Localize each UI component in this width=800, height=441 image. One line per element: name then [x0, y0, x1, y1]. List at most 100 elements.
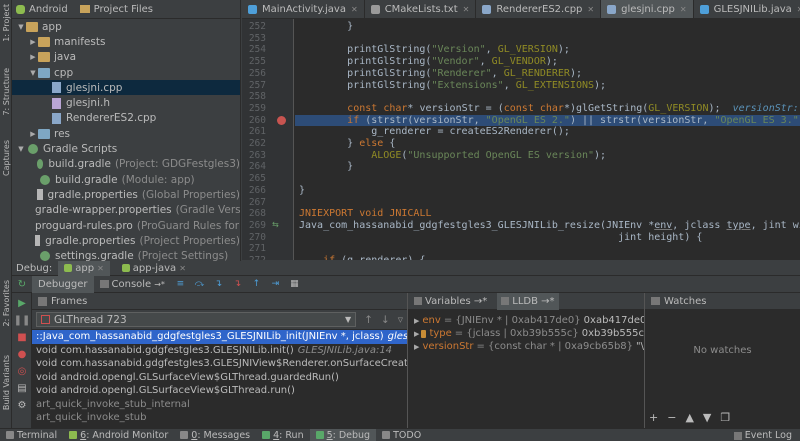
tab-project[interactable]: 1: Project: [1, 4, 12, 42]
expand-arrow-icon[interactable]: ▶: [414, 317, 419, 325]
tree-item[interactable]: build.gradle (Module: app): [12, 172, 240, 187]
lldb-tab[interactable]: LLDB →*: [497, 293, 559, 310]
resume-icon[interactable]: ▶: [15, 296, 29, 310]
arrow-up-icon[interactable]: ↑: [364, 314, 373, 326]
stack-frame[interactable]: void android.opengl.GLSurfaceView$GLThre…: [32, 371, 407, 385]
step-into-icon[interactable]: ↴: [211, 278, 226, 291]
tree-item[interactable]: glesjni.cpp: [12, 80, 240, 96]
move-down-icon[interactable]: ▼: [703, 411, 711, 424]
tree-item[interactable]: proguard-rules.pro(ProGuard Rules for ap…: [12, 218, 240, 233]
code-editor[interactable]: 252 253 254 255 256 257 258 259 260 261 262 263 264 2…: [242, 19, 800, 260]
debug-session-tab-app-java[interactable]: app-java ✕: [116, 261, 192, 276]
editor-tab[interactable]: CMakeLists.txt ✕: [365, 0, 477, 18]
tree-item[interactable]: ▶ res: [12, 126, 240, 141]
filter-icon[interactable]: ▿: [398, 314, 403, 326]
tool-window-terminal[interactable]: Terminal: [0, 429, 63, 441]
tool-window-debug[interactable]: 5: Debug: [309, 428, 377, 441]
stack-frame[interactable]: ::Java_com_hassanabid_gdgfestgles3_GLESJ…: [32, 330, 407, 344]
move-up-icon[interactable]: ▲: [685, 411, 693, 424]
tab-build-variants[interactable]: Build Variants: [1, 355, 12, 410]
chevron-down-icon: ▼: [344, 315, 352, 324]
evaluate-expression-icon[interactable]: ▦: [287, 278, 302, 291]
tree-item[interactable]: build.gradle (Project: GDGFestgles3): [12, 157, 240, 172]
variable-row[interactable]: ▶ type = {jclass | 0xb39b555c} 0xb39b555c: [408, 327, 644, 340]
stack-frame[interactable]: void com.hassanabid.gdgfestgles3.GLESJNI…: [32, 357, 407, 371]
stop-icon[interactable]: ■: [15, 330, 29, 344]
expand-arrow-icon[interactable]: ▼: [28, 69, 38, 77]
editor-tab[interactable]: MainActivity.java ✕: [242, 0, 365, 18]
close-icon[interactable]: ✕: [680, 5, 687, 14]
tool-window-android-monitor[interactable]: 6: Android Monitor: [63, 429, 174, 441]
tree-item[interactable]: ▼ Gradle Scripts: [12, 141, 240, 156]
close-icon[interactable]: ✕: [97, 264, 104, 273]
pause-icon[interactable]: ❚❚: [14, 313, 31, 327]
tree-item-label: gradle.properties: [47, 188, 138, 201]
variable-row[interactable]: ▶ versionStr = {const char * | 0xa9cb65b8…: [408, 340, 644, 353]
variables-tab[interactable]: Variables →*: [414, 296, 487, 307]
tree-item[interactable]: ▶ java: [12, 50, 240, 65]
expand-arrow-icon[interactable]: ▼: [16, 145, 26, 153]
expand-arrow-icon[interactable]: ▶: [28, 53, 38, 61]
debug-session-tab-app[interactable]: app ✕: [58, 260, 110, 276]
step-over-icon[interactable]: ⤼: [192, 278, 207, 291]
tab-debugger[interactable]: Debugger: [32, 275, 94, 293]
mute-breakpoints-icon[interactable]: ◎: [15, 364, 29, 378]
run-to-cursor-icon[interactable]: ⇥: [268, 278, 283, 291]
editor-tab[interactable]: RendererES2.cpp ✕: [476, 0, 602, 18]
tree-item[interactable]: gradle.properties (Global Properties): [12, 187, 240, 202]
tab-console[interactable]: Console →*: [94, 276, 171, 293]
stack-frame[interactable]: void com.hassanabid.gdgfestgles3.GLESJNI…: [32, 344, 407, 358]
restore-layout-icon[interactable]: ▤: [15, 381, 29, 395]
close-icon[interactable]: ✕: [179, 264, 186, 273]
tree-item[interactable]: RendererES2.cpp: [12, 111, 240, 126]
copy-icon[interactable]: ❐: [720, 411, 730, 424]
stack-frame[interactable]: void android.opengl.GLSurfaceView$GLThre…: [32, 384, 407, 398]
breakpoint-icon[interactable]: [277, 116, 286, 126]
add-icon[interactable]: +: [649, 411, 658, 424]
tab-structure[interactable]: 7: Structure: [1, 68, 12, 116]
close-icon[interactable]: ✕: [587, 5, 594, 14]
settings-icon[interactable]: ⚙: [15, 398, 29, 412]
navigate-to-java-icon[interactable]: ⇆: [272, 220, 279, 229]
debug-toolbar: ↻ Debugger Console →* ≡ ⤼ ↴ ↴ ↑ ⇥ ▦: [12, 275, 800, 293]
force-step-into-icon[interactable]: ↴: [230, 278, 245, 291]
tree-item[interactable]: ▼ app: [12, 19, 240, 34]
tool-window-run[interactable]: 4: Run: [256, 429, 309, 441]
tree-item[interactable]: gradle.properties (Project Properties): [12, 233, 240, 248]
tree-item[interactable]: gradle-wrapper.properties(Gradle Version…: [12, 203, 240, 218]
expand-arrow-icon[interactable]: ▶: [28, 38, 38, 46]
expand-arrow-icon[interactable]: ▼: [16, 23, 26, 31]
stack-frame[interactable]: art_quick_invoke_stub_internal: [32, 398, 407, 412]
event-log-button[interactable]: Event Log: [733, 429, 792, 441]
close-icon[interactable]: ✕: [463, 5, 470, 14]
editor-tab[interactable]: glesjni.cpp ✕: [601, 0, 694, 18]
step-out-icon[interactable]: ↑: [249, 278, 264, 291]
view-breakpoints-icon[interactable]: ●: [15, 347, 29, 361]
tool-window-todo[interactable]: TODO: [376, 429, 427, 441]
editor-gutter[interactable]: 252 253 254 255 256 257 258 259 260 261 262 263 264 2…: [242, 19, 294, 260]
folder-icon: [38, 67, 50, 78]
arrow-down-icon[interactable]: ↓: [381, 314, 390, 326]
tree-item[interactable]: glesjni.h: [12, 95, 240, 110]
expand-arrow-icon[interactable]: ▶: [28, 130, 38, 138]
tool-window-messages[interactable]: 0: Messages: [174, 429, 256, 441]
tree-item[interactable]: settings.gradle (Project Settings): [12, 248, 240, 261]
console-icon: [501, 297, 510, 305]
tab-project-files[interactable]: Project Files: [79, 4, 153, 15]
remove-icon[interactable]: −: [667, 411, 676, 424]
thread-selector[interactable]: GLThread 723 ▼: [36, 312, 357, 327]
tab-android[interactable]: Android: [16, 4, 68, 15]
editor-tab[interactable]: GLESJNILib.java✕: [694, 0, 800, 18]
close-icon[interactable]: ✕: [351, 5, 358, 14]
stack-frame[interactable]: art_quick_invoke_stub: [32, 411, 407, 425]
rerun-icon[interactable]: ↻: [18, 279, 26, 290]
variable-row[interactable]: ▶ env = {JNIEnv * | 0xab417de0} 0xab417de…: [408, 314, 644, 327]
debug-label: Debug:: [16, 262, 53, 274]
tab-captures[interactable]: Captures: [1, 140, 12, 176]
tree-item[interactable]: ▶ manifests: [12, 34, 240, 49]
expand-arrow-icon[interactable]: ▶: [414, 330, 421, 338]
tab-favorites[interactable]: 2: Favorites: [1, 280, 12, 326]
console-icon: [99, 280, 109, 288]
tree-item[interactable]: ▼ cpp: [12, 65, 240, 80]
show-execution-point-icon[interactable]: ≡: [173, 278, 188, 291]
